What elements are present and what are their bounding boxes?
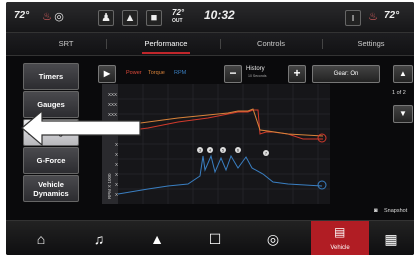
history-minus-button[interactable]: − bbox=[224, 65, 242, 83]
tab-srt[interactable]: SRT bbox=[36, 33, 96, 55]
bell-icon[interactable]: ▲ bbox=[122, 10, 138, 26]
snapshot-label[interactable]: Snapshot bbox=[384, 208, 407, 214]
legend-rpm[interactable]: RPM bbox=[174, 70, 186, 76]
camera-icon[interactable]: ◙ bbox=[374, 208, 378, 214]
apps-circle-icon[interactable]: ◎ bbox=[260, 229, 286, 249]
status-bar: 72° ♨ ◎ ♟ ▲ ■ 72° OUT 10:32 ı ♨ 72° bbox=[6, 2, 414, 33]
lower-tick-2: X bbox=[115, 152, 118, 157]
grid-menu-icon[interactable]: ▦ bbox=[378, 229, 404, 249]
page-up-button[interactable]: ▲ bbox=[393, 65, 413, 83]
g-force-button[interactable]: G-Force bbox=[23, 147, 79, 174]
bottom-nav: ▤ Vehicle ⌂ ♫ ▲ ☐ ◎ ▦ bbox=[6, 220, 414, 255]
navigation-icon[interactable]: ▲ bbox=[144, 229, 170, 249]
home-icon[interactable]: ⌂ bbox=[28, 229, 54, 249]
camera-icon[interactable]: ■ bbox=[146, 10, 162, 26]
driver-temp[interactable]: 72° bbox=[14, 10, 29, 21]
history-plus-button[interactable]: + bbox=[288, 65, 306, 83]
vehicle-label: Vehicle bbox=[330, 245, 350, 251]
seat-icon[interactable]: ♟ bbox=[98, 10, 114, 26]
vehicle-dynamics-button[interactable]: Vehicle Dynamics bbox=[23, 175, 79, 202]
steering-heat-icon[interactable]: ◎ bbox=[52, 10, 66, 24]
upper-tick-2: XXX bbox=[108, 102, 117, 107]
outside-label: OUT bbox=[172, 18, 183, 24]
tab-settings[interactable]: Settings bbox=[331, 33, 411, 55]
lower-tick-5: X bbox=[115, 182, 118, 187]
upper-tick-1: XXX bbox=[108, 92, 117, 97]
tab-controls[interactable]: Controls bbox=[231, 33, 311, 55]
timers-button[interactable]: Timers bbox=[23, 63, 79, 90]
passenger-seat-heat-icon[interactable]: ♨ bbox=[366, 10, 380, 24]
lower-tick-6: X bbox=[115, 192, 118, 197]
vehicle-tab[interactable]: ▤ Vehicle bbox=[311, 221, 369, 255]
page-down-button[interactable]: ▼ bbox=[393, 105, 413, 123]
vehicle-dynamics-label: Vehicle Dynamics bbox=[33, 179, 69, 198]
outside-temp: 72° bbox=[172, 8, 185, 17]
lower-tick-4: X bbox=[115, 172, 118, 177]
g-force-label: G-Force bbox=[36, 156, 66, 165]
play-button[interactable]: ▶ bbox=[98, 65, 116, 83]
page-indicator: 1 of 2 bbox=[392, 90, 406, 96]
rpm-axis-label: RPM X 1000 bbox=[107, 173, 112, 199]
lower-tick-3: X bbox=[115, 162, 118, 167]
passenger-temp[interactable]: 72° bbox=[384, 10, 399, 21]
tab-bar: SRT Performance Controls Settings bbox=[6, 33, 414, 56]
gear-toggle-button[interactable]: Gear: On bbox=[312, 65, 380, 83]
legend-torque[interactable]: Torque bbox=[148, 70, 165, 76]
music-icon[interactable]: ♫ bbox=[86, 229, 112, 249]
mic-icon[interactable]: ı bbox=[345, 10, 361, 26]
callout-arrow bbox=[21, 109, 141, 147]
clock: 10:32 bbox=[204, 8, 235, 22]
timers-label: Timers bbox=[38, 72, 64, 81]
phone-icon[interactable]: ☐ bbox=[202, 229, 228, 249]
tab-performance[interactable]: Performance bbox=[126, 33, 206, 55]
legend-power[interactable]: Power bbox=[126, 70, 142, 76]
vehicle-icon: ▤ bbox=[334, 225, 346, 239]
